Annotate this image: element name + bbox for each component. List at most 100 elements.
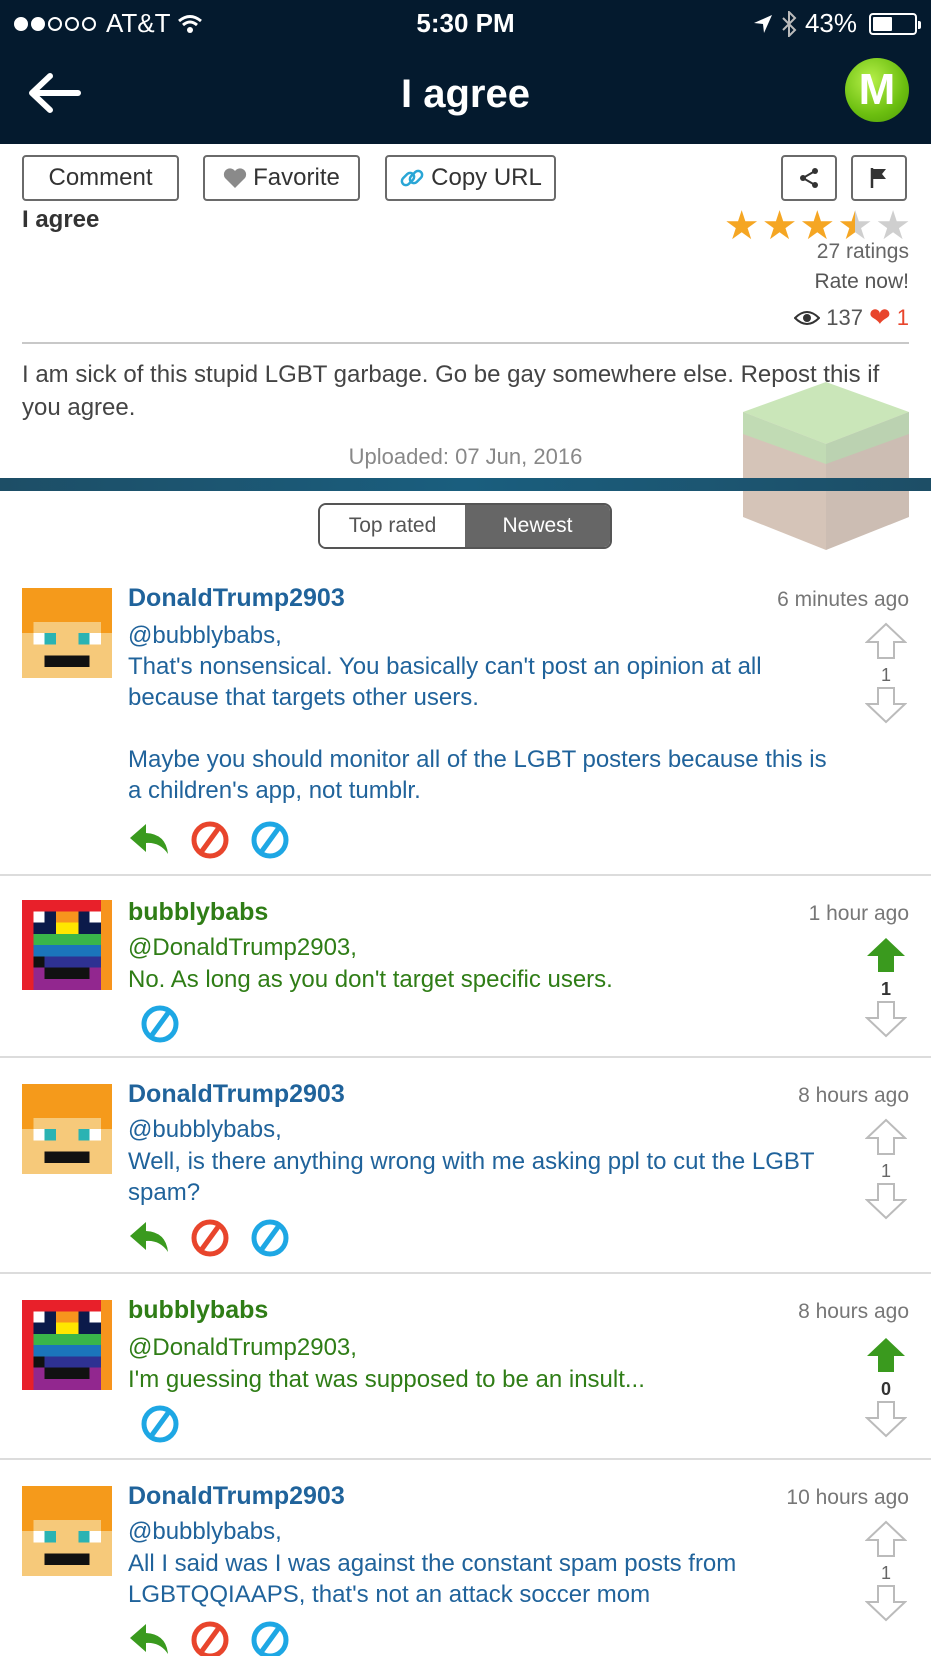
- flag-icon: [870, 168, 886, 188]
- vote-count: 1: [880, 665, 891, 685]
- rainbow-avatar: [22, 1300, 112, 1390]
- block-icon[interactable]: [190, 1620, 230, 1656]
- section-bar: [0, 478, 931, 491]
- rate-now-link[interactable]: Rate now!: [814, 270, 909, 294]
- vote-widget: 1: [864, 622, 908, 729]
- link-icon: [400, 169, 424, 187]
- comment-time: 8 hours ago: [798, 1084, 909, 1107]
- sort-toggle[interactable]: Top rated Newest: [318, 503, 612, 549]
- comment-author[interactable]: DonaldTrump2903: [128, 584, 345, 613]
- downvote-arrow-icon[interactable]: [864, 1584, 908, 1622]
- page-title: I agree: [401, 72, 530, 116]
- share-button[interactable]: [781, 155, 837, 201]
- favorite-button[interactable]: Favorite: [203, 155, 360, 201]
- comment-button[interactable]: Comment: [22, 155, 179, 201]
- downvote-arrow-icon[interactable]: [864, 1400, 908, 1438]
- report-button[interactable]: [851, 155, 907, 201]
- comment-mention[interactable]: @DonaldTrump2903,: [128, 932, 828, 963]
- upload-date: Uploaded: 07 Jun, 2016: [348, 444, 583, 469]
- comment-text: No. As long as you don't target specific…: [128, 966, 613, 993]
- report-icon[interactable]: [250, 1620, 290, 1656]
- comment-text: That's nonsensical. You basically can't …: [128, 653, 827, 804]
- report-icon[interactable]: [250, 820, 290, 860]
- comment-time: 6 minutes ago: [777, 588, 909, 611]
- upvote-arrow-icon[interactable]: [865, 936, 907, 974]
- tab-newest[interactable]: Newest: [465, 505, 610, 547]
- report-icon[interactable]: [140, 1404, 180, 1444]
- comment-text: All I said was I was against the constan…: [128, 1550, 737, 1608]
- upvote-arrow-icon[interactable]: [865, 1336, 907, 1374]
- comment-item: bubblybabs 1 hour ago @DonaldTrump2903, …: [0, 876, 931, 1058]
- report-icon[interactable]: [250, 1218, 290, 1258]
- comment-mention[interactable]: @DonaldTrump2903,: [128, 1332, 828, 1363]
- upvote-arrow-icon[interactable]: [864, 622, 908, 660]
- block-icon[interactable]: [190, 1218, 230, 1258]
- downvote-arrow-icon[interactable]: [864, 1000, 908, 1038]
- divider: [22, 342, 909, 344]
- comment-item: DonaldTrump2903 6 minutes ago @bubblybab…: [0, 570, 931, 876]
- star-icon[interactable]: ★: [724, 206, 760, 246]
- eye-icon: [794, 310, 821, 325]
- upvote-arrow-icon[interactable]: [864, 1520, 908, 1558]
- comment-author[interactable]: DonaldTrump2903: [128, 1482, 345, 1511]
- steve-avatar: [22, 1084, 112, 1174]
- comment-actions: [128, 1218, 290, 1258]
- vote-widget: 1: [864, 1118, 908, 1225]
- status-bar: AT&T 5:30 PM 43%: [0, 0, 931, 46]
- comment-actions: [128, 820, 290, 860]
- copy-url-button-label: Copy URL: [431, 164, 542, 191]
- location-arrow-icon: [753, 14, 772, 33]
- reply-icon[interactable]: [128, 1218, 170, 1256]
- post-stats: 137 ❤ 1: [794, 302, 909, 333]
- top-bar: AT&T 5:30 PM 43% I agree M: [0, 0, 931, 144]
- downvote-arrow-icon[interactable]: [864, 686, 908, 724]
- tab-top-rated[interactable]: Top rated: [320, 505, 465, 547]
- comment-item: DonaldTrump2903 10 hours ago @bubblybabs…: [0, 1460, 931, 1656]
- view-count: 137: [826, 304, 863, 330]
- upvote-arrow-icon[interactable]: [864, 1118, 908, 1156]
- comment-mention[interactable]: @bubblybabs,: [128, 1114, 828, 1145]
- ratings-count: 27 ratings: [816, 240, 909, 263]
- comment-time: 10 hours ago: [786, 1486, 909, 1509]
- vote-count: 1: [880, 1161, 891, 1181]
- vote-count: 0: [880, 1379, 891, 1399]
- copy-url-button[interactable]: Copy URL: [385, 155, 556, 201]
- post-title: I agree: [22, 206, 100, 233]
- vote-widget: 1: [864, 936, 908, 1043]
- comment-button-label: Comment: [48, 164, 153, 191]
- vote-count: 1: [880, 979, 891, 999]
- reply-icon[interactable]: [128, 1620, 170, 1656]
- bluetooth-icon: [782, 10, 797, 37]
- share-icon: [800, 168, 818, 188]
- comment-time: 8 hours ago: [798, 1300, 909, 1323]
- steve-avatar: [22, 1486, 112, 1576]
- battery-icon: [869, 12, 921, 35]
- reply-icon[interactable]: [128, 820, 170, 858]
- comment-actions: [140, 1004, 180, 1044]
- comment-text: I'm guessing that was supposed to be an …: [128, 1366, 645, 1393]
- comment-text: Well, is there anything wrong with me as…: [128, 1148, 815, 1206]
- rainbow-avatar: [22, 900, 112, 990]
- comment-author[interactable]: bubblybabs: [128, 898, 268, 927]
- comment-actions: [128, 1620, 290, 1656]
- heart-icon: ❤: [868, 302, 891, 332]
- comment-time: 1 hour ago: [808, 902, 909, 925]
- comment-item: bubblybabs 8 hours ago @DonaldTrump2903,…: [0, 1274, 931, 1460]
- vote-widget: 1: [864, 1520, 908, 1627]
- heart-icon: [224, 168, 247, 188]
- comment-actions: [140, 1404, 180, 1444]
- app-logo[interactable]: M: [845, 58, 909, 122]
- like-count: 1: [896, 304, 909, 330]
- downvote-arrow-icon[interactable]: [864, 1182, 908, 1220]
- comment-item: DonaldTrump2903 8 hours ago @bubblybabs,…: [0, 1058, 931, 1274]
- star-icon[interactable]: ★: [762, 206, 798, 246]
- vote-widget: 0: [864, 1336, 908, 1443]
- vote-count: 1: [880, 1563, 891, 1583]
- battery-percent: 43%: [804, 8, 857, 38]
- comment-mention[interactable]: @bubblybabs,: [128, 620, 828, 651]
- comment-author[interactable]: bubblybabs: [128, 1296, 268, 1325]
- comment-author[interactable]: DonaldTrump2903: [128, 1080, 345, 1109]
- report-icon[interactable]: [140, 1004, 180, 1044]
- comment-mention[interactable]: @bubblybabs,: [128, 1516, 828, 1547]
- block-icon[interactable]: [190, 820, 230, 860]
